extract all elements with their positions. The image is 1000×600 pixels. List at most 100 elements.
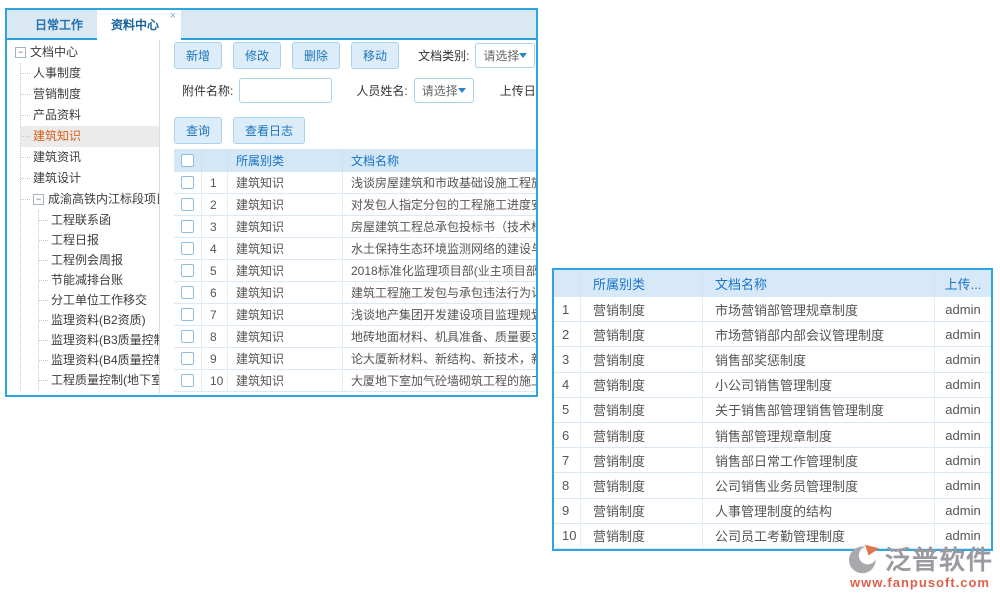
delete-button[interactable]: 删除: [292, 42, 340, 69]
cell-uploader: admin: [935, 423, 991, 447]
brand-url: www.fanpusoft.com: [847, 575, 993, 590]
table-row[interactable]: 6 建筑知识 建筑工程施工发包与承包违法行为认定...: [174, 282, 536, 304]
row-checkbox[interactable]: [181, 264, 194, 277]
tab-daily-work[interactable]: 日常工作: [21, 10, 97, 38]
table-row[interactable]: 5 营销制度 关于销售部管理销售管理制度 admin: [554, 398, 991, 423]
brand-name: 泛普软件: [885, 540, 993, 577]
query-button[interactable]: 查询: [174, 117, 222, 144]
marketing-table-header: 所属别类 文档名称 上传...: [554, 270, 991, 297]
doc-category-value: 请选择: [483, 47, 519, 64]
cell-category: 营销制度: [581, 448, 703, 472]
table-row[interactable]: 9 建筑知识 论大厦新材料、新结构、新技术，新工...: [174, 348, 536, 370]
row-checkbox[interactable]: [181, 330, 194, 343]
table-row[interactable]: 1 建筑知识 浅谈房屋建筑和市政基础设施工程施工...: [174, 172, 536, 194]
table-row[interactable]: 9 营销制度 人事管理制度的结构 admin: [554, 499, 991, 524]
cell-category: 建筑知识: [228, 238, 343, 259]
tree-node-project[interactable]: − 成渝高铁内江标段项目: [21, 189, 159, 210]
table-row[interactable]: 8 营销制度 公司销售业务员管理制度 admin: [554, 473, 991, 498]
document-center-panel: 日常工作 资料中心 × − 文档中心 人事制度: [5, 8, 538, 397]
cell-uploader: admin: [935, 297, 991, 321]
cell-doc-name: 浅谈房屋建筑和市政基础设施工程施工...: [343, 172, 536, 193]
cell-row-number: 10: [202, 370, 228, 391]
doc-category-label: 文档类别:: [418, 47, 469, 64]
cell-uploader: admin: [935, 499, 991, 523]
document-table: 所属别类 文档名称 1 建筑知识 浅谈房屋建筑和市政基础设施工程施工...: [174, 149, 536, 392]
row-checkbox[interactable]: [181, 374, 194, 387]
tree-item[interactable]: 建筑设计: [21, 168, 159, 189]
document-list-area: 新增 修改 删除 移动 文档类别: 请选择 文档名称 附件名称: 人员姓名:: [160, 40, 536, 393]
row-checkbox[interactable]: [181, 308, 194, 321]
tree-item-selected[interactable]: 建筑知识: [21, 126, 159, 147]
tree-item[interactable]: 分工单位工作移交: [39, 290, 159, 310]
tree-item[interactable]: 工程质量控制(地下室): [39, 370, 159, 390]
table-row[interactable]: 6 营销制度 销售部管理规章制度 admin: [554, 423, 991, 448]
cell-category: 营销制度: [581, 499, 703, 523]
cell-row-number: 8: [554, 473, 581, 497]
doc-category-select[interactable]: 请选择: [475, 43, 535, 68]
close-icon[interactable]: ×: [170, 11, 176, 22]
select-all-checkbox[interactable]: [181, 154, 194, 167]
table-row[interactable]: 7 营销制度 销售部日常工作管理制度 admin: [554, 448, 991, 473]
cell-category: 营销制度: [581, 373, 703, 397]
cell-row-number: 10: [554, 524, 581, 548]
tree-item[interactable]: 人事制度: [21, 63, 159, 84]
cell-uploader: admin: [935, 373, 991, 397]
collapse-icon[interactable]: −: [33, 194, 44, 205]
table-row[interactable]: 3 建筑知识 房屋建筑工程总承包投标书（技术标）...: [174, 216, 536, 238]
collapse-icon[interactable]: −: [15, 47, 26, 58]
tab-data-center[interactable]: 资料中心 ×: [97, 10, 181, 40]
person-name-select[interactable]: 请选择: [414, 78, 474, 103]
table-row[interactable]: 7 建筑知识 浅谈地产集团开发建设项目监理规划编...: [174, 304, 536, 326]
tree-item[interactable]: 监理资料(B4质量控制): [39, 350, 159, 370]
tree-item[interactable]: 建筑资讯: [21, 147, 159, 168]
upload-date-label: 上传日期: [500, 82, 536, 99]
tree-item[interactable]: 监理资料(B3质量控制): [39, 330, 159, 350]
action-row: 查询 查看日志: [174, 117, 536, 143]
move-button[interactable]: 移动: [351, 42, 399, 69]
tree-item[interactable]: 工程日报: [39, 230, 159, 250]
cell-category: 营销制度: [581, 398, 703, 422]
row-checkbox[interactable]: [181, 352, 194, 365]
row-checkbox[interactable]: [181, 220, 194, 233]
table-row[interactable]: 5 建筑知识 2018标准化监理项目部(业主项目部)人员...: [174, 260, 536, 282]
chevron-down-icon: [458, 88, 466, 93]
tree-item[interactable]: 营销制度: [21, 84, 159, 105]
cell-category: 营销制度: [581, 473, 703, 497]
cell-category: 营销制度: [581, 423, 703, 447]
cell-row-number: 4: [202, 238, 228, 259]
table-row[interactable]: 2 建筑知识 对发包人指定分包的工程施工进度安排...: [174, 194, 536, 216]
tree-item[interactable]: 产品资料: [21, 105, 159, 126]
row-checkbox[interactable]: [181, 198, 194, 211]
cell-uploader: admin: [935, 448, 991, 472]
cell-doc-name: 大厦地下室加气砼墙砌筑工程的施工方...: [343, 370, 536, 391]
table-row[interactable]: 2 营销制度 市场营销部内部会议管理制度 admin: [554, 322, 991, 347]
table-row[interactable]: 8 建筑知识 地砖地面材料、机具准备、质量要求及...: [174, 326, 536, 348]
cell-row-number: 5: [202, 260, 228, 281]
tree-item[interactable]: 工程例会周报: [39, 250, 159, 270]
table-row[interactable]: 10 建筑知识 大厦地下室加气砼墙砌筑工程的施工方...: [174, 370, 536, 392]
cell-row-number: 1: [554, 297, 581, 321]
add-button[interactable]: 新增: [174, 42, 222, 69]
edit-button[interactable]: 修改: [233, 42, 281, 69]
cell-category: 建筑知识: [228, 172, 343, 193]
view-log-button[interactable]: 查看日志: [233, 117, 305, 144]
tree-node-project-label: 成渝高铁内江标段项目: [48, 189, 160, 210]
cell-row-number: 3: [202, 216, 228, 237]
table-row[interactable]: 4 建筑知识 水土保持生态环境监测网络的建设与资...: [174, 238, 536, 260]
row-checkbox[interactable]: [181, 176, 194, 189]
table-row[interactable]: 1 营销制度 市场营销部管理规章制度 admin: [554, 297, 991, 322]
tab-data-center-label: 资料中心: [111, 18, 159, 32]
cell-row-number: 1: [202, 172, 228, 193]
cell-category: 建筑知识: [228, 304, 343, 325]
tree-item[interactable]: 节能减排台账: [39, 270, 159, 290]
tree-root-doc-center[interactable]: − 文档中心: [15, 42, 159, 63]
table-row[interactable]: 3 营销制度 销售部奖惩制度 admin: [554, 347, 991, 372]
row-checkbox[interactable]: [181, 242, 194, 255]
tree-item[interactable]: 工程联系函: [39, 210, 159, 230]
table-row[interactable]: 4 营销制度 小公司销售管理制度 admin: [554, 373, 991, 398]
tree-item[interactable]: 监理资料(B2资质): [39, 310, 159, 330]
row-checkbox[interactable]: [181, 286, 194, 299]
cell-category: 建筑知识: [228, 370, 343, 391]
cell-category: 营销制度: [581, 347, 703, 371]
attachment-name-input[interactable]: [239, 78, 332, 103]
